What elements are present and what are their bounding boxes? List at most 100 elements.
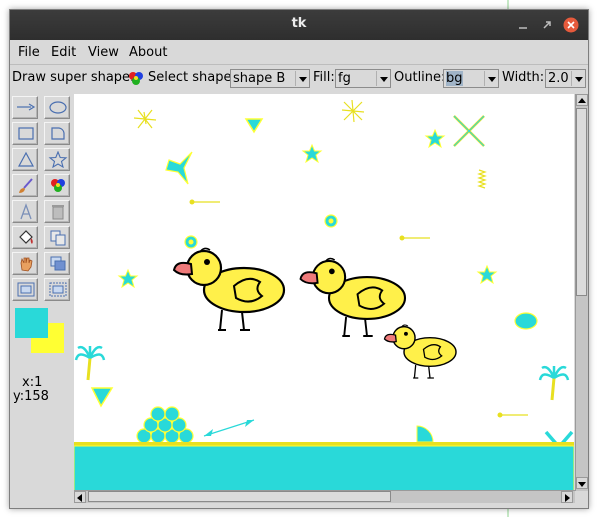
- menu-view[interactable]: View: [88, 45, 119, 60]
- triangle-tool-button[interactable]: [12, 148, 38, 171]
- chevron-down-icon: [484, 71, 497, 86]
- pin-shape: [399, 235, 430, 241]
- super-shape-tool-button[interactable]: [44, 174, 70, 197]
- scroll-up-icon[interactable]: [576, 94, 588, 106]
- fill-select-value: fg: [338, 71, 351, 86]
- line-arrow-icon: [17, 103, 36, 111]
- line-tool-button[interactable]: [12, 96, 38, 119]
- pin-shape: [497, 412, 528, 418]
- outline-select[interactable]: bg: [443, 69, 499, 88]
- dot-flower-shape: [324, 214, 338, 228]
- width-label: Width:: [502, 70, 545, 85]
- draw-super-shape-label: Draw super shape:: [12, 70, 135, 85]
- shape-select[interactable]: shape B: [230, 69, 310, 88]
- group-icon: [17, 282, 35, 297]
- vertical-scroll-thumb[interactable]: [576, 108, 587, 296]
- super-shape-icon[interactable]: [127, 70, 145, 86]
- three-point-star-shape: [165, 151, 193, 185]
- ball-pyramid-shape: [136, 406, 194, 444]
- arc-tool-button[interactable]: [44, 122, 70, 145]
- title-bar[interactable]: tk: [10, 10, 588, 40]
- shape-select-value: shape B: [233, 71, 286, 86]
- arc-shape: [416, 425, 434, 443]
- palm-tree-shape: [538, 364, 570, 402]
- pin-shape: [189, 199, 220, 205]
- duck-shape: [383, 324, 457, 379]
- star-shape: [302, 144, 322, 163]
- horizontal-scroll-thumb[interactable]: [88, 491, 391, 502]
- menu-edit[interactable]: Edit: [51, 45, 76, 60]
- star-icon: [48, 151, 68, 168]
- foreground-color-swatch[interactable]: [15, 308, 48, 338]
- oval-tool-button[interactable]: [44, 96, 70, 119]
- spring-shape: [477, 169, 487, 189]
- maximize-icon[interactable]: [539, 17, 555, 33]
- triangle-shape: [244, 118, 264, 134]
- duck-shape: [172, 247, 286, 332]
- vertical-scrollbar[interactable]: [575, 94, 588, 491]
- canvas-drawing: [74, 99, 574, 492]
- duplicate-icon: [50, 230, 66, 246]
- scroll-left-icon[interactable]: [74, 491, 86, 503]
- brush-tool-button[interactable]: [12, 174, 38, 197]
- options-bar: Draw super shape: Select shape: shape B …: [10, 66, 588, 90]
- horizontal-scrollbar[interactable]: [74, 490, 575, 503]
- drawing-canvas[interactable]: [74, 94, 574, 492]
- select-shape-label: Select shape:: [148, 70, 236, 85]
- scroll-down-icon[interactable]: [576, 477, 588, 489]
- move-tool-button[interactable]: [12, 252, 38, 275]
- palm-tree-shape: [74, 344, 106, 382]
- ground-shape: [74, 445, 574, 492]
- starburst-shape: [133, 109, 157, 129]
- text-icon: [20, 203, 32, 220]
- fill-label: Fill:: [313, 70, 335, 85]
- chevron-down-icon: [571, 71, 584, 86]
- fill-select[interactable]: fg: [335, 69, 391, 88]
- paint-bucket-icon: [19, 230, 33, 244]
- star-shape: [118, 269, 138, 288]
- star-tool-button[interactable]: [44, 148, 70, 171]
- oval-shape: [514, 312, 538, 330]
- duplicate-tool-button[interactable]: [44, 226, 70, 249]
- outline-select-value: bg: [446, 71, 463, 86]
- star-shape: [477, 265, 497, 284]
- window-title: tk: [291, 16, 307, 31]
- triangle-shape: [90, 387, 114, 408]
- ungroup-tool-button[interactable]: [44, 278, 70, 301]
- dot-flower-shape: [184, 235, 198, 249]
- scroll-right-icon[interactable]: [561, 491, 573, 503]
- star-shape: [425, 129, 445, 148]
- outline-label: Outline:: [394, 70, 446, 85]
- cursor-coordinates: x:1 y:158: [13, 376, 49, 404]
- rectangle-icon: [18, 127, 34, 140]
- layer-icon: [50, 256, 66, 271]
- rectangle-tool-button[interactable]: [12, 122, 38, 145]
- brush-icon: [19, 178, 33, 193]
- raise-tool-button[interactable]: [44, 252, 70, 275]
- double-arrow-shape: [203, 419, 255, 437]
- menu-file[interactable]: File: [18, 45, 40, 60]
- width-select[interactable]: 2.0: [545, 69, 586, 88]
- delete-tool-button[interactable]: [44, 200, 70, 223]
- duck-shape: [299, 257, 407, 338]
- menu-about[interactable]: About: [129, 45, 167, 60]
- hand-icon: [20, 257, 33, 272]
- chevron-down-icon: [376, 71, 389, 86]
- app-window: tk File Edit View About Draw super shape…: [9, 9, 589, 509]
- ungroup-icon: [49, 282, 67, 297]
- width-select-value: 2.0: [548, 71, 569, 86]
- super-shape-icon: [51, 179, 65, 192]
- text-tool-button[interactable]: [12, 200, 38, 223]
- trash-icon: [52, 205, 64, 220]
- starburst-shape: [341, 99, 365, 123]
- close-icon[interactable]: [563, 17, 579, 33]
- ground-edge: [74, 442, 574, 446]
- group-tool-button[interactable]: [12, 278, 38, 301]
- minimize-icon[interactable]: [515, 17, 531, 33]
- tool-palette: [10, 92, 76, 412]
- fill-tool-button[interactable]: [12, 226, 38, 249]
- x-coordinate: x:1: [22, 375, 43, 390]
- cross-shape: [453, 115, 485, 147]
- color-swatches[interactable]: [14, 307, 66, 355]
- triangle-icon: [17, 151, 35, 167]
